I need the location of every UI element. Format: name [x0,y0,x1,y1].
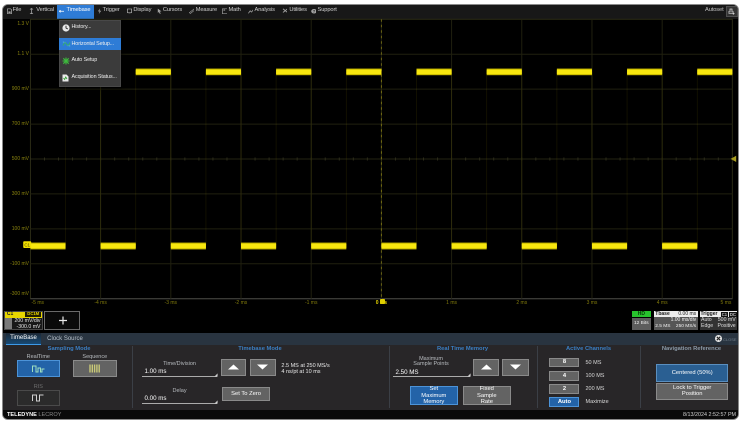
svg-text:C1: C1 [24,243,30,248]
